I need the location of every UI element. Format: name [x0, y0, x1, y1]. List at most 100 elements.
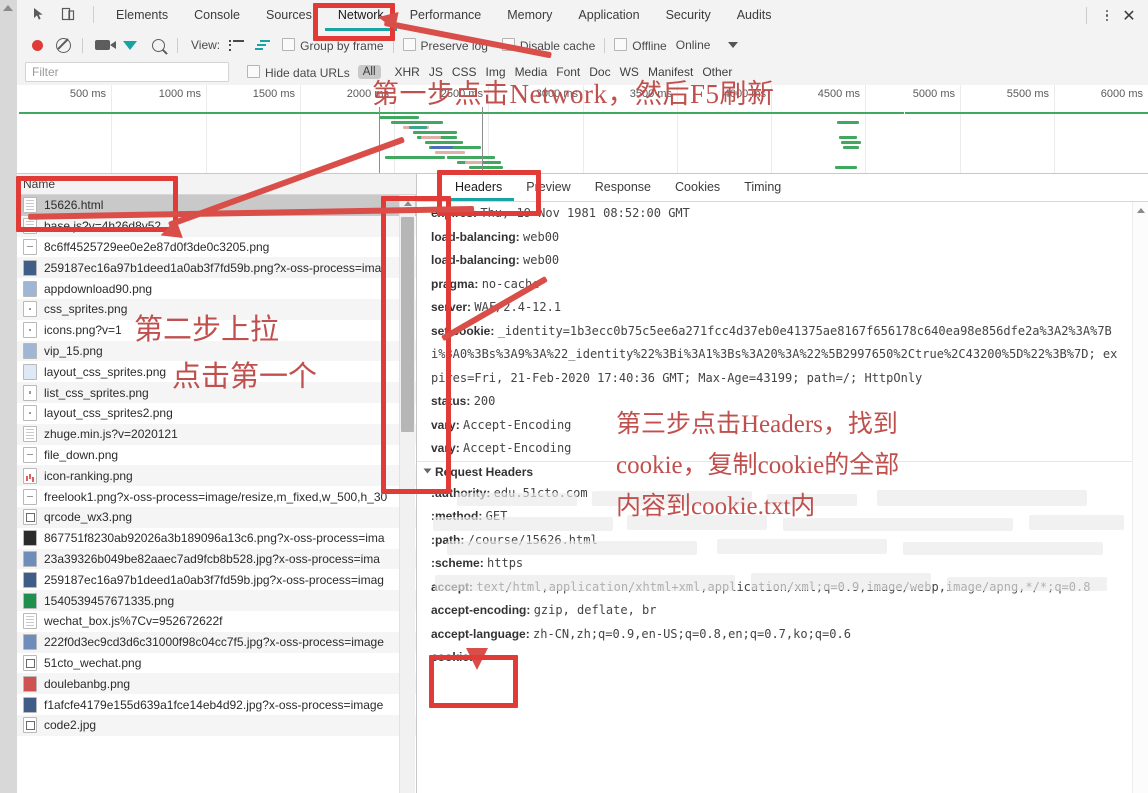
overview-tick-label: 5000 ms [912, 88, 955, 100]
tab-elements[interactable]: Elements [103, 0, 181, 31]
filter-type-other[interactable]: Other [702, 65, 732, 79]
overview-bar [409, 126, 427, 129]
inspect-element-icon[interactable] [29, 4, 49, 24]
table-row[interactable]: appdownload90.png [17, 278, 416, 299]
table-row[interactable]: 259187ec16a97b1deed1a0ab3f7fd59b.png?x-o… [17, 257, 416, 279]
filter-type-doc[interactable]: Doc [589, 65, 610, 79]
tab-cookies[interactable]: Cookies [663, 174, 732, 201]
disable-cache-checkbox[interactable]: Disable cache [501, 37, 595, 53]
table-row[interactable]: 867751f8230ab92026a3b189096a13c6.png?x-o… [17, 528, 416, 549]
table-row[interactable]: freelook1.png?x-oss-process=image/resize… [17, 486, 416, 507]
request-name-column-header[interactable]: Name [17, 174, 416, 195]
chevron-down-icon[interactable] [728, 42, 739, 48]
tab-preview[interactable]: Preview [514, 174, 582, 201]
filter-type-img[interactable]: Img [486, 65, 506, 79]
file-type-icon [23, 197, 37, 214]
offline-checkbox[interactable]: Offline [614, 37, 667, 53]
request-name: 8c6ff4525729ee0e2e87d0f3de0c3205.png [44, 239, 270, 254]
table-row[interactable]: wechat_box.js%7Cv=952672622f [17, 611, 416, 632]
table-row[interactable]: 259187ec16a97b1deed1a0ab3f7fd59b.jpg?x-o… [17, 569, 416, 590]
filter-type-font[interactable]: Font [556, 65, 580, 79]
overview-tick-label: 4000 ms [723, 88, 766, 100]
request-headers-section-title[interactable]: Request Headers [417, 460, 1148, 482]
filter-type-js[interactable]: JS [429, 65, 443, 79]
table-row[interactable]: qrcode_wx3.png [17, 506, 416, 528]
group-by-frame-checkbox[interactable]: Group by frame [282, 37, 384, 53]
view-label: View: [191, 38, 221, 52]
tab-headers[interactable]: Headers [443, 174, 514, 201]
table-row[interactable]: code2.jpg [17, 714, 416, 736]
tab-audits[interactable]: Audits [724, 0, 785, 31]
table-row[interactable]: file_down.png [17, 445, 416, 466]
tab-memory[interactable]: Memory [494, 0, 565, 31]
hide-data-urls-label: Hide data URLs [265, 65, 350, 80]
camera-icon[interactable] [92, 35, 116, 55]
preserve-log-checkbox[interactable]: Preserve log [402, 37, 488, 53]
filter-icon[interactable] [120, 35, 140, 64]
table-row[interactable]: icon-ranking.png [17, 465, 416, 487]
scroll-up-caret-icon[interactable] [3, 5, 13, 11]
table-row[interactable]: 15626.html [17, 195, 416, 216]
view-list-icon[interactable] [226, 35, 246, 55]
header-value: WAF/2.4-12.1 [474, 300, 562, 314]
table-row[interactable]: 222f0d3ec9cd3d6c31000f98c04cc7f5.jpg?x-o… [17, 631, 416, 653]
more-options-icon[interactable] [1098, 7, 1116, 25]
table-row[interactable]: base.js?v=4h26d8v52 [17, 215, 416, 237]
request-list-scrollbar[interactable] [399, 195, 415, 793]
disclosure-triangle-icon[interactable] [423, 468, 432, 473]
request-name: base.js?v=4h26d8v52 [44, 219, 162, 234]
filter-type-ws[interactable]: WS [620, 65, 639, 79]
online-throttle-label[interactable]: Online [676, 38, 711, 52]
tab-timing[interactable]: Timing [732, 174, 793, 201]
request-name: vip_15.png [44, 343, 103, 358]
tab-application[interactable]: Application [565, 0, 652, 31]
request-name: layout_css_sprites.png [44, 364, 167, 379]
hide-data-urls-checkbox[interactable]: Hide data URLs [247, 64, 350, 80]
tab-response[interactable]: Response [583, 174, 663, 201]
filter-type-all[interactable]: All [357, 65, 381, 79]
tab-console[interactable]: Console [181, 0, 253, 31]
header-value: web00 [523, 229, 560, 244]
table-row[interactable]: list_css_sprites.png [17, 382, 416, 403]
filter-type-css[interactable]: CSS [452, 65, 477, 79]
filter-input[interactable]: Filter [25, 62, 229, 82]
clear-icon[interactable] [53, 35, 73, 55]
response-header-row: load-balancing: web00 [417, 249, 1148, 273]
table-row[interactable]: 8c6ff4525729ee0e2e87d0f3de0c3205.png [17, 237, 416, 258]
tab-security[interactable]: Security [653, 0, 724, 31]
table-row[interactable]: f1afcfe4179e155d639a1fce14eb4d92.jpg?x-o… [17, 694, 416, 715]
scrollbar-thumb[interactable] [401, 217, 414, 432]
toolbar-divider-3 [392, 37, 394, 53]
tab-sources[interactable]: Sources [253, 0, 325, 31]
table-row[interactable]: 23a39326b049be82aaec7ad9fcb8b528.jpg?x-o… [17, 548, 416, 570]
request-name: appdownload90.png [44, 281, 153, 296]
view-waterfall-icon[interactable] [252, 35, 272, 55]
redacted-cookie-value-area [417, 485, 1132, 793]
filter-type-manifest[interactable]: Manifest [648, 65, 693, 79]
scroll-up-arrow-icon[interactable] [403, 201, 412, 206]
close-icon[interactable]: ✕ [1118, 5, 1140, 27]
tab-performance[interactable]: Performance [397, 0, 495, 31]
table-row[interactable]: layout_css_sprites2.png [17, 403, 416, 424]
file-type-icon [23, 571, 37, 588]
table-row[interactable]: layout_css_sprites.png [17, 361, 416, 382]
overview-bar [839, 136, 857, 139]
header-key: status: [431, 394, 474, 408]
table-row[interactable]: vip_15.png [17, 340, 416, 362]
table-row[interactable]: css_sprites.png [17, 298, 416, 320]
table-row[interactable]: 51cto_wechat.png [17, 653, 416, 674]
filter-type-media[interactable]: Media [515, 65, 548, 79]
search-icon[interactable] [148, 35, 168, 55]
filter-type-xhr[interactable]: XHR [395, 65, 420, 79]
record-icon[interactable] [27, 35, 47, 55]
detail-scroll-up-icon[interactable] [1136, 208, 1145, 213]
table-row[interactable]: zhuge.min.js?v=2020121 [17, 423, 416, 445]
tab-network[interactable]: Network [325, 0, 397, 31]
table-row[interactable]: 1540539457671335.png [17, 590, 416, 611]
device-toolbar-icon[interactable] [58, 4, 78, 24]
table-row[interactable]: icons.png?v=1 [17, 320, 416, 341]
detail-scrollbar[interactable] [1132, 202, 1148, 793]
network-overview-timeline[interactable]: 500 ms 1000 ms 1500 ms 2000 ms 2500 ms 3000 m… [17, 85, 1148, 174]
table-row[interactable]: doulebanbg.png [17, 673, 416, 695]
topbar-right-controls: ✕ [1086, 0, 1140, 31]
